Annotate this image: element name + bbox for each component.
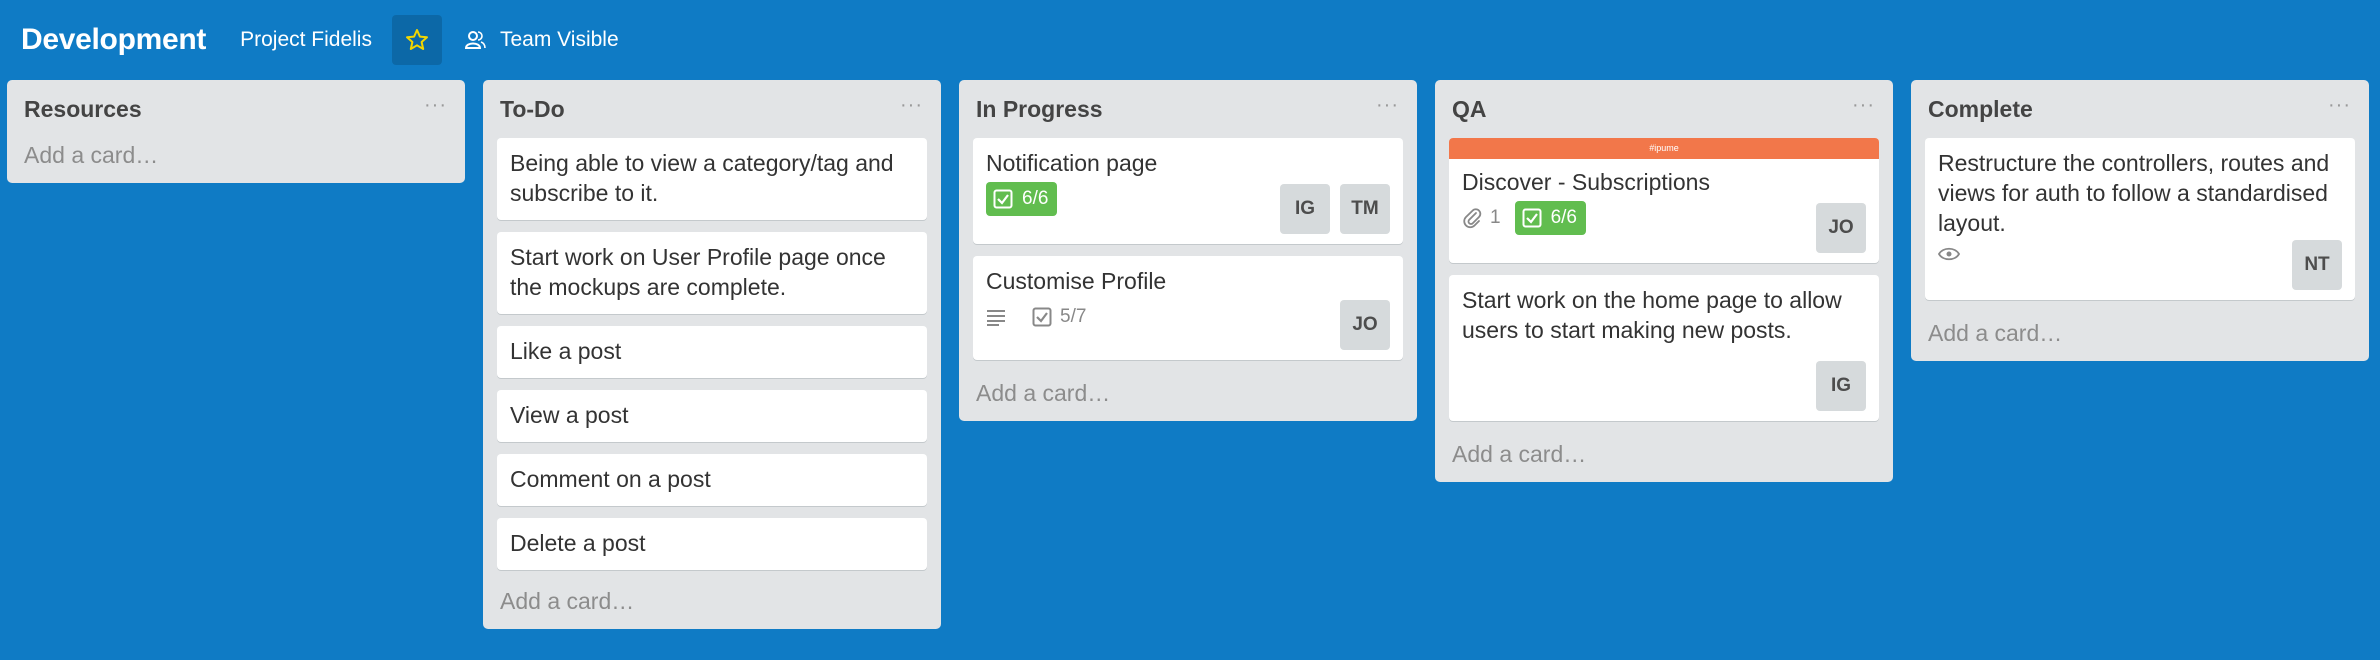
add-card-button[interactable]: Add a card… — [973, 372, 1403, 407]
list-header: To-Do ··· — [497, 80, 927, 138]
card-title: Start work on User Profile page once the… — [510, 244, 886, 300]
card[interactable]: Comment on a post — [497, 454, 927, 506]
card-title: Like a post — [510, 338, 622, 364]
list-in-progress: In Progress ··· Notification page 6/6 IG — [959, 80, 1417, 421]
member-avatar[interactable]: JO — [1340, 300, 1390, 350]
card[interactable]: Customise Profile 5/7 JO — [973, 256, 1403, 360]
checkbox-icon — [993, 189, 1013, 209]
member-avatar[interactable]: JO — [1816, 203, 1866, 253]
list-header: In Progress ··· — [973, 80, 1403, 138]
star-icon — [405, 29, 428, 50]
team-visibility-button[interactable]: Team Visible — [464, 28, 619, 52]
list-menu-icon[interactable]: ··· — [424, 95, 447, 115]
checklist-badge: 6/6 — [1514, 201, 1586, 235]
add-card-button[interactable]: Add a card… — [1449, 433, 1879, 468]
description-icon — [987, 310, 1005, 326]
list-qa: QA ··· #ipume Discover - Subscriptions 1 — [1435, 80, 1893, 482]
list-menu-icon[interactable]: ··· — [900, 95, 923, 115]
list-header: Complete ··· — [1925, 80, 2355, 138]
list-title[interactable]: QA — [1452, 96, 1487, 123]
board-title[interactable]: Development — [21, 23, 206, 57]
card[interactable]: Start work on User Profile page once the… — [497, 232, 927, 314]
card[interactable]: Delete a post — [497, 518, 927, 570]
member-avatar[interactable]: TM — [1340, 184, 1390, 234]
card-label[interactable]: #ipume — [1449, 138, 1879, 159]
watching-badge — [1938, 246, 1968, 262]
list-header: Resources ··· — [21, 80, 451, 138]
card-title: Being able to view a category/tag and su… — [510, 150, 894, 206]
add-card-button[interactable]: Add a card… — [21, 138, 451, 169]
checklist-count: 6/6 — [1550, 207, 1577, 228]
card-title: View a post — [510, 402, 629, 428]
list-menu-icon[interactable]: ··· — [1376, 95, 1399, 115]
paperclip-icon — [1463, 208, 1482, 229]
attachment-count: 1 — [1490, 207, 1501, 228]
checklist-badge: 6/6 — [986, 182, 1058, 216]
card[interactable]: Notification page 6/6 IG TM — [973, 138, 1403, 244]
card-title: Discover - Subscriptions — [1462, 169, 1710, 195]
project-link[interactable]: Project Fidelis — [240, 28, 372, 52]
card[interactable]: View a post — [497, 390, 927, 442]
checklist-count: 5/7 — [1060, 306, 1087, 327]
card-title: Start work on the home page to allow use… — [1462, 287, 1842, 343]
checklist-badge: 5/7 — [1032, 306, 1086, 328]
star-board-button[interactable] — [391, 15, 442, 65]
list-title[interactable]: Complete — [1928, 96, 2033, 123]
card-title: Restructure the controllers, routes and … — [1938, 150, 2330, 236]
description-badge — [986, 308, 1014, 326]
team-visibility-label: Team Visible — [499, 28, 619, 51]
list-header: QA ··· — [1449, 80, 1879, 138]
list-menu-icon[interactable]: ··· — [1852, 95, 1875, 115]
list-menu-icon[interactable]: ··· — [2328, 95, 2351, 115]
card[interactable]: Restructure the controllers, routes and … — [1925, 138, 2355, 300]
list-title[interactable]: In Progress — [976, 96, 1103, 123]
checkbox-icon — [1032, 307, 1052, 327]
list-complete: Complete ··· Restructure the controllers… — [1911, 80, 2369, 361]
add-card-button[interactable]: Add a card… — [1925, 312, 2355, 347]
card-title: Delete a post — [510, 530, 646, 556]
list-title[interactable]: Resources — [24, 96, 142, 123]
board-header: Development Project Fidelis Team Visible — [0, 0, 2380, 80]
card-title: Notification page — [986, 150, 1158, 176]
attachment-badge: 1 — [1462, 207, 1501, 229]
member-avatar[interactable]: IG — [1280, 184, 1330, 234]
member-avatar[interactable]: IG — [1816, 361, 1866, 411]
checkbox-icon — [1522, 208, 1542, 228]
card[interactable]: #ipume Discover - Subscriptions 1 6/6 JO — [1449, 138, 1879, 263]
eye-icon — [1938, 247, 1960, 261]
card[interactable]: Being able to view a category/tag and su… — [497, 138, 927, 220]
add-card-button[interactable]: Add a card… — [497, 582, 927, 615]
card[interactable]: Start work on the home page to allow use… — [1449, 275, 1879, 421]
list-resources: Resources ··· Add a card… — [7, 80, 465, 183]
card-title: Comment on a post — [510, 466, 711, 492]
checklist-count: 6/6 — [1022, 188, 1049, 209]
member-avatar[interactable]: NT — [2292, 240, 2342, 290]
list-title[interactable]: To-Do — [500, 96, 565, 123]
list-todo: To-Do ··· Being able to view a category/… — [483, 80, 941, 629]
team-icon — [464, 29, 486, 51]
card-title: Customise Profile — [986, 268, 1167, 294]
card[interactable]: Like a post — [497, 326, 927, 378]
